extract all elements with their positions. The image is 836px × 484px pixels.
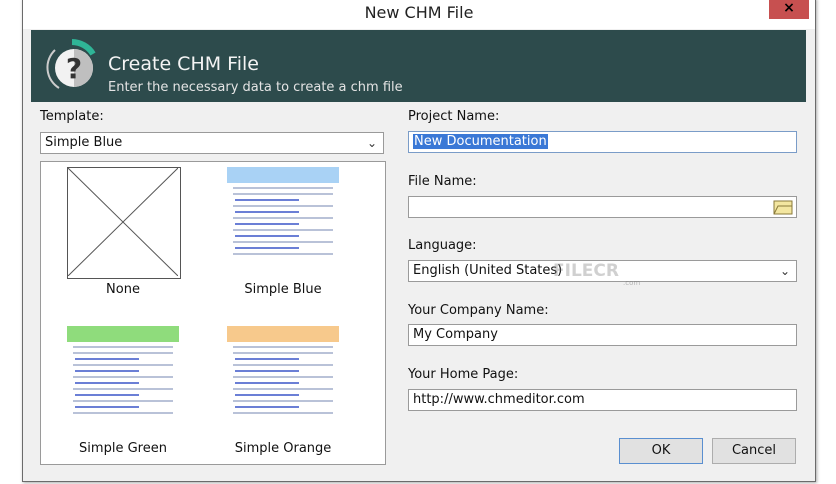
- company-name-input[interactable]: My Company: [408, 324, 797, 346]
- preview-header-band: [227, 326, 339, 342]
- project-name-value: New Documentation: [413, 134, 548, 149]
- file-name-input[interactable]: [408, 196, 797, 218]
- close-button[interactable]: ×: [769, 0, 809, 19]
- empty-preview-icon: [67, 167, 179, 277]
- language-value: English (United States): [413, 263, 563, 278]
- watermark: FILECR: [553, 261, 619, 281]
- file-name-label: File Name:: [408, 174, 477, 189]
- template-select[interactable]: Simple Blue ⌄: [40, 132, 384, 154]
- svg-text:?: ?: [66, 52, 82, 85]
- company-name-value: My Company: [413, 327, 498, 342]
- title-bar: New CHM File ×: [23, 0, 815, 29]
- new-chm-file-dialog: New CHM File × ? Create CHM File Enter t…: [22, 0, 816, 482]
- chevron-down-icon: ⌄: [366, 136, 377, 150]
- home-page-value: http://www.chmeditor.com: [413, 392, 585, 407]
- window-title: New CHM File: [364, 3, 474, 22]
- company-name-label: Your Company Name:: [408, 303, 549, 318]
- header-subtitle: Enter the necessary data to create a chm…: [108, 80, 403, 95]
- project-name-label: Project Name:: [408, 109, 500, 124]
- home-page-label: Your Home Page:: [408, 367, 519, 382]
- template-label: Template:: [40, 109, 104, 124]
- help-logo-icon: ?: [46, 39, 96, 89]
- project-name-input[interactable]: New Documentation: [408, 131, 797, 153]
- dialog-header: ? Create CHM File Enter the necessary da…: [31, 30, 806, 102]
- template-simple-green-label: Simple Green: [79, 441, 167, 456]
- cancel-button[interactable]: Cancel: [712, 438, 796, 464]
- template-simple-orange-thumbnail[interactable]: [227, 326, 339, 436]
- template-none-label: None: [106, 282, 140, 297]
- watermark-sub: .com: [623, 279, 641, 287]
- ok-button[interactable]: OK: [619, 438, 703, 464]
- open-folder-icon[interactable]: [773, 199, 793, 215]
- template-simple-green-thumbnail[interactable]: [67, 326, 179, 436]
- preview-header-band: [227, 167, 339, 183]
- template-simple-blue-thumbnail[interactable]: [227, 167, 339, 277]
- template-gallery: None Simple Blue Simple Green Simple Ora…: [40, 161, 386, 465]
- header-title: Create CHM File: [108, 53, 259, 75]
- home-page-input[interactable]: http://www.chmeditor.com: [408, 389, 797, 411]
- template-select-value: Simple Blue: [45, 135, 123, 150]
- template-none-thumbnail[interactable]: [67, 167, 181, 279]
- chevron-down-icon: ⌄: [779, 264, 790, 278]
- template-simple-orange-label: Simple Orange: [234, 441, 332, 456]
- template-simple-blue-label: Simple Blue: [244, 282, 322, 297]
- preview-header-band: [67, 326, 179, 342]
- language-label: Language:: [408, 238, 477, 253]
